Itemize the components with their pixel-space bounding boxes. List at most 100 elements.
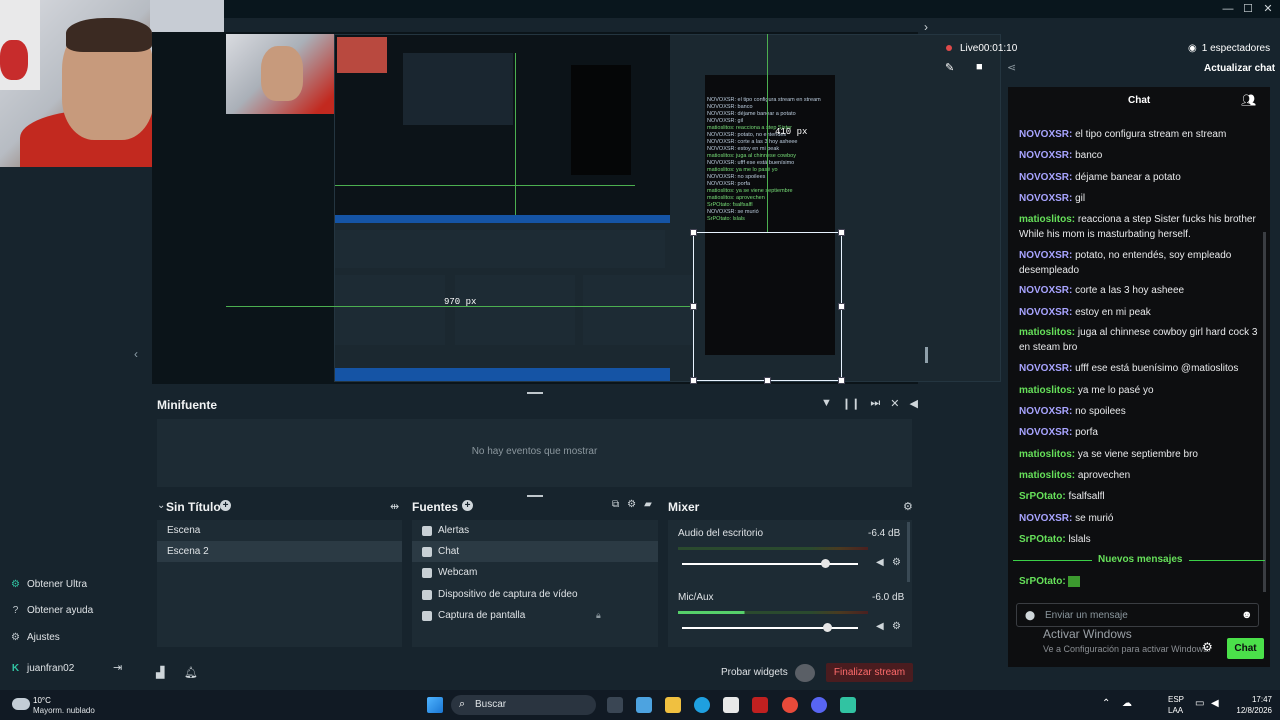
resize-handle[interactable] <box>838 377 845 384</box>
clock-date[interactable]: 12/8/2026 <box>1226 706 1272 715</box>
resize-handle[interactable] <box>838 303 845 310</box>
copy-source-icon[interactable]: ⧉ <box>612 499 619 510</box>
widgets-icon[interactable] <box>636 697 652 713</box>
nav-ajustes[interactable]: ⚙ Ajustes <box>10 627 60 647</box>
chat-username[interactable]: matioslitos <box>1019 385 1072 396</box>
stats-icon[interactable]: ▟ <box>156 666 164 679</box>
taskbar-search[interactable]: ⌕ Buscar <box>451 695 596 715</box>
folder-icon[interactable]: ▰ <box>644 499 652 510</box>
resize-handle[interactable] <box>838 229 845 236</box>
send-chat-button[interactable]: Chat <box>1227 638 1264 659</box>
chat-username[interactable]: SrPOtato <box>1019 491 1062 502</box>
users-icon[interactable]: 👥︎ <box>1241 93 1256 107</box>
chat-username[interactable]: NOVOXSR <box>1019 250 1069 261</box>
speaker-icon[interactable]: ◀ <box>876 621 884 632</box>
pause-icon[interactable]: ❙❙ <box>842 397 860 410</box>
chat-username[interactable]: NOVOXSR <box>1019 513 1069 524</box>
start-icon[interactable] <box>427 697 443 713</box>
resize-divider[interactable] <box>925 347 928 363</box>
chat-username[interactable]: NOVOXSR <box>1019 427 1069 438</box>
lang-1[interactable]: ESP <box>1168 695 1184 704</box>
chat-settings-icon[interactable]: ⚙ <box>1202 640 1213 654</box>
tray-chevron-icon[interactable]: ⌃ <box>1102 698 1110 709</box>
chat-username[interactable]: matioslitos <box>1019 449 1072 460</box>
nav-obtener-ultra[interactable]: ⚙ Obtener Ultra <box>10 574 87 594</box>
chat-input[interactable]: ⬤ Enviar un mensaje ☻ <box>1016 603 1259 627</box>
source-item-selected[interactable]: Chat <box>412 541 658 562</box>
add-scene-icon[interactable]: + <box>220 500 231 511</box>
source-item[interactable]: Captura de pantalla <box>412 605 658 626</box>
mute-alerts-icon[interactable]: ✕ <box>890 397 899 410</box>
volume-icon[interactable]: ◀ <box>909 397 917 410</box>
weather-desc[interactable]: Mayorm. nublado <box>33 706 95 715</box>
resize-handle[interactable] <box>690 303 697 310</box>
edge-icon[interactable] <box>694 697 710 713</box>
chat-username[interactable]: NOVOXSR <box>1019 406 1069 417</box>
cloud-icon[interactable]: ☁ <box>1122 698 1132 709</box>
add-source-icon[interactable]: + <box>462 500 473 511</box>
clock-time[interactable]: 17:47 <box>1232 695 1272 704</box>
chat-username[interactable]: matioslitos <box>1019 214 1072 225</box>
resize-handle[interactable] <box>764 377 771 384</box>
chat-username[interactable]: NOVOXSR <box>1019 129 1069 140</box>
weather-icon[interactable] <box>12 698 30 710</box>
resize-handle[interactable] <box>690 377 697 384</box>
chat-username[interactable]: matioslitos <box>1019 327 1072 338</box>
channel-settings-icon[interactable]: ⚙ <box>892 621 901 632</box>
volume-slider[interactable] <box>682 563 858 565</box>
file-explorer-icon[interactable] <box>665 697 681 713</box>
refresh-chat-button[interactable]: Actualizar chat <box>1204 63 1275 74</box>
edit-icon[interactable]: ✎ <box>945 61 954 74</box>
notifications-icon[interactable]: 🔔︎ <box>184 666 198 679</box>
scene-item[interactable]: Escena <box>157 520 402 541</box>
drag-handle[interactable] <box>527 495 543 497</box>
lang-2[interactable]: LAA <box>1168 706 1183 715</box>
nav-obtener-ayuda[interactable]: ? Obtener ayuda <box>10 600 93 620</box>
close-button[interactable]: ✕ <box>1257 0 1279 18</box>
chat-username[interactable]: NOVOXSR <box>1019 307 1069 318</box>
camera-icon[interactable]: ■ <box>976 61 983 73</box>
drag-handle[interactable] <box>527 392 543 394</box>
scene-item-selected[interactable]: Escena 2 <box>157 541 402 562</box>
task-view-icon[interactable] <box>607 697 623 713</box>
app-icon[interactable] <box>752 697 768 713</box>
volume-knob[interactable] <box>821 559 830 568</box>
minimize-button[interactable]: — <box>1217 0 1239 18</box>
network-icon[interactable]: ▭ <box>1195 698 1204 709</box>
collapse-icon[interactable]: ⌄ <box>157 500 165 511</box>
logout-icon[interactable]: ⇥ <box>113 661 122 674</box>
test-widgets-icon[interactable] <box>795 664 815 682</box>
chat-username[interactable]: matioslitos <box>1019 470 1072 481</box>
source-item[interactable]: Dispositivo de captura de vídeo <box>412 584 658 605</box>
scene-transitions-icon[interactable]: ⇹ <box>390 500 399 513</box>
test-widgets-label[interactable]: Probar widgets <box>721 667 788 678</box>
filter-icon[interactable]: ▼ <box>821 397 832 410</box>
maximize-button[interactable]: ☐ <box>1237 0 1259 18</box>
chat-username[interactable]: NOVOXSR <box>1019 285 1069 296</box>
emoji-icon[interactable]: ☻ <box>1241 609 1253 621</box>
chat-tab[interactable]: Chat <box>1128 95 1150 106</box>
collapse-left-icon[interactable]: ‹ <box>134 347 138 361</box>
source-item[interactable]: Alertas <box>412 520 658 541</box>
streamlabs-icon[interactable] <box>840 697 856 713</box>
skip-icon[interactable]: ⏭ <box>870 397 880 410</box>
discord-icon[interactable] <box>811 697 827 713</box>
weather-temp[interactable]: 10°C <box>33 696 51 705</box>
share-icon[interactable]: ⋖ <box>1007 61 1016 74</box>
nav-user[interactable]: K juanfran02 <box>10 658 74 678</box>
resize-handle[interactable] <box>690 229 697 236</box>
mixer-settings-icon[interactable]: ⚙ <box>903 500 913 513</box>
lock-icon[interactable]: 🔒︎ <box>596 610 601 621</box>
mixer-scrollbar[interactable] <box>907 522 910 582</box>
chat-username[interactable]: SrPOtato <box>1019 534 1062 545</box>
collapse-chevron-icon[interactable]: › <box>924 20 928 34</box>
speaker-icon[interactable]: ◀ <box>876 557 884 568</box>
chat-username[interactable]: NOVOXSR <box>1019 150 1069 161</box>
chat-username[interactable]: NOVOXSR <box>1019 193 1069 204</box>
source-item[interactable]: Webcam <box>412 562 658 583</box>
end-stream-button[interactable]: Finalizar stream <box>826 663 913 682</box>
volume-icon[interactable]: ◀ <box>1211 698 1219 709</box>
volume-knob[interactable] <box>823 623 832 632</box>
chat-username[interactable]: NOVOXSR <box>1019 363 1069 374</box>
source-settings-icon[interactable]: ⚙ <box>627 499 636 510</box>
